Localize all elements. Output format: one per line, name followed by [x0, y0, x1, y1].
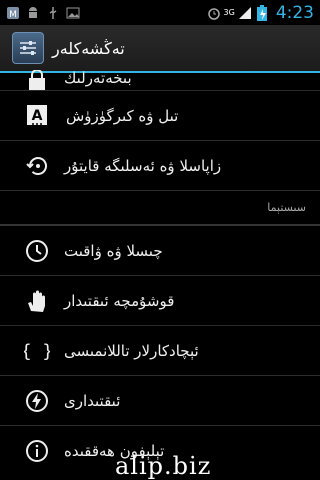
lock-icon: [24, 67, 50, 93]
app-notification-icon: M: [6, 6, 20, 20]
watermark-text: alip.biz: [115, 452, 212, 480]
list-item-label: ئىقتىدارى: [64, 391, 121, 410]
list-item-label: زاپاسلا ۋە ئەسلىگە قايتۇر: [64, 156, 222, 175]
list-item-label: بىخەتەرلىك: [64, 69, 132, 87]
list-item-power[interactable]: ئىقتىدارى: [0, 376, 320, 426]
list-item-label: ئېچادكارلار تاللانمىسى: [64, 341, 199, 360]
notification-icons: M: [0, 6, 80, 20]
braces-icon: { }: [24, 338, 50, 364]
keyboard-a-icon: A: [24, 103, 50, 129]
backup-restore-icon: [24, 153, 50, 179]
hand-icon: [24, 288, 50, 314]
list-item-accessibility[interactable]: قوشۇمچە ئىقتىدار: [0, 276, 320, 326]
svg-text:{ }: { }: [24, 341, 50, 362]
list-item-date-time[interactable]: چىسلا ۋە ۋاقىت: [0, 226, 320, 276]
alarm-icon: [207, 6, 221, 20]
clock-icon: [24, 238, 50, 264]
list-item-language-input[interactable]: A تىل ۋە كىرگۈزۈش: [0, 91, 320, 141]
list-item-security[interactable]: بىخەتەرلىك: [0, 69, 320, 91]
section-header-label: سىستېما: [267, 201, 306, 214]
usb-icon: [46, 6, 60, 20]
section-header-system: سىستېما: [0, 191, 320, 226]
list-item-developer-options[interactable]: { } ئېچادكارلار تاللانمىسى: [0, 326, 320, 376]
list-item-label: قوشۇمچە ئىقتىدار: [64, 291, 175, 310]
android-icon: [26, 6, 40, 20]
info-icon: [24, 438, 50, 464]
list-item-backup-reset[interactable]: زاپاسلا ۋە ئەسلىگە قايتۇر: [0, 141, 320, 191]
power-bolt-icon: [24, 388, 50, 414]
settings-list: بىخەتەرلىك A تىل ۋە كىرگۈزۈش زاپاسلا ۋە …: [0, 69, 320, 476]
image-icon: [66, 6, 80, 20]
status-right: 3G 4:23: [207, 3, 320, 23]
page-title: تەڭشەكلەر: [52, 38, 125, 58]
status-bar: M 3G 4:23: [0, 0, 320, 25]
settings-sliders-icon[interactable]: [12, 32, 44, 64]
signal-icon: [238, 6, 252, 20]
action-bar: تەڭشەكلەر: [0, 25, 320, 73]
battery-icon: [255, 4, 269, 21]
list-item-label: چىسلا ۋە ۋاقىت: [64, 241, 163, 260]
svg-text:M: M: [9, 10, 17, 20]
list-item-label: تىل ۋە كىرگۈزۈش: [66, 106, 179, 125]
svg-text:A: A: [32, 108, 43, 124]
network-type-label: 3G: [223, 8, 235, 17]
clock-time: 4:23: [275, 2, 314, 23]
